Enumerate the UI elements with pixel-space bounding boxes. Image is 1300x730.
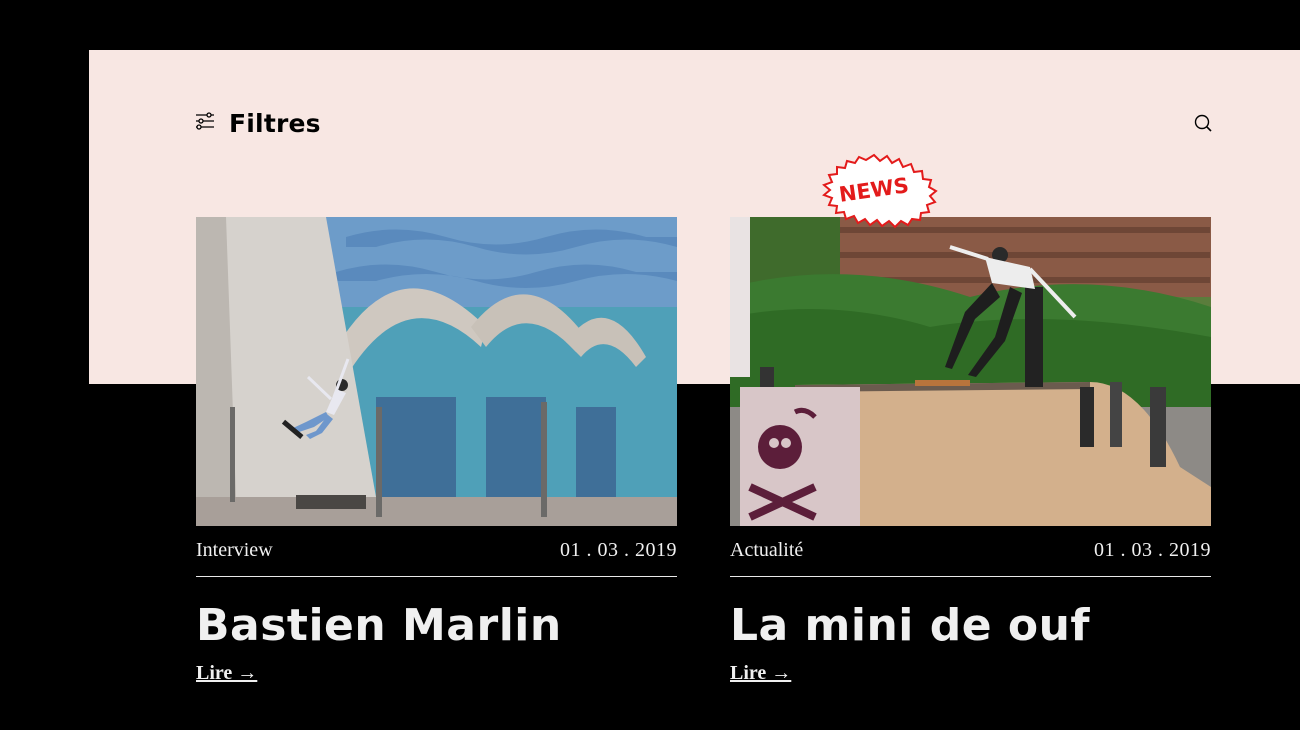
article-meta: Actualité 01 . 03 . 2019	[730, 526, 1211, 577]
skateboarder-wallride-photo[interactable]	[196, 217, 677, 526]
filters-label: Filtres	[229, 108, 321, 138]
article-category[interactable]: Actualité	[730, 539, 803, 562]
article-title[interactable]: La mini de ouf	[730, 599, 1211, 653]
article-category[interactable]: Interview	[196, 539, 273, 562]
read-link[interactable]: Lire →	[196, 662, 257, 685]
sliders-icon	[195, 111, 215, 135]
read-link[interactable]: Lire →	[730, 662, 791, 685]
article-card: Actualité 01 . 03 . 2019 La mini de ouf …	[730, 217, 1211, 685]
article-meta: Interview 01 . 03 . 2019	[196, 526, 677, 577]
search-button[interactable]	[1193, 113, 1213, 133]
news-badge: NEWS	[808, 151, 940, 229]
search-icon	[1193, 114, 1213, 137]
article-date: 01 . 03 . 2019	[1094, 539, 1211, 561]
article-card: Interview 01 . 03 . 2019 Bastien Marlin …	[196, 217, 677, 685]
article-title[interactable]: Bastien Marlin	[196, 599, 677, 653]
miniramp-grind-photo[interactable]	[730, 217, 1211, 526]
article-date: 01 . 03 . 2019	[560, 539, 677, 561]
filters-button[interactable]: Filtres	[195, 108, 321, 138]
